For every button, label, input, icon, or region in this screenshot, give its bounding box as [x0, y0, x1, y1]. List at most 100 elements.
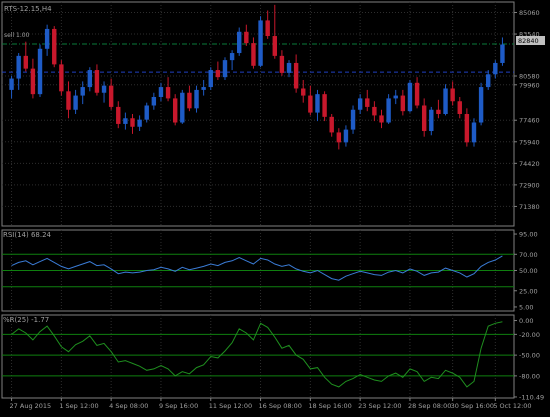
candle-body[interactable]: [158, 87, 164, 97]
wpr-panel-border: [1, 314, 515, 399]
price-tick-label: 80580: [519, 73, 540, 81]
candle-body[interactable]: [500, 44, 505, 63]
candle-body[interactable]: [301, 88, 306, 96]
candle-body[interactable]: [315, 94, 320, 113]
price-tag-label: 82840: [518, 37, 539, 45]
candle-body[interactable]: [30, 68, 36, 95]
wpr-line: [11, 321, 503, 388]
candle-body[interactable]: [215, 70, 221, 78]
candle-body[interactable]: [187, 92, 192, 109]
time-tick-label: 5 Oct 12:00: [493, 402, 531, 410]
candle-body[interactable]: [237, 31, 242, 54]
candle-body[interactable]: [251, 43, 256, 66]
candle-body[interactable]: [165, 87, 171, 99]
candle-body[interactable]: [137, 119, 142, 127]
candle-body[interactable]: [336, 132, 342, 143]
time-tick-label: 28 Sep 08:00: [408, 402, 451, 410]
candle-body[interactable]: [421, 105, 427, 132]
rsi-panel[interactable]: [2, 253, 514, 288]
candle-body[interactable]: [44, 28, 50, 49]
time-tick-label: 16 Sep 08:00: [259, 402, 302, 410]
price-panel[interactable]: [2, 4, 514, 150]
candle-body[interactable]: [23, 55, 28, 69]
rsi-tick-label: 5.00: [519, 303, 533, 311]
candle-body[interactable]: [493, 62, 498, 75]
candle-body[interactable]: [229, 53, 235, 61]
price-tick-label: 72900: [519, 181, 540, 189]
candle-body[interactable]: [471, 122, 477, 143]
rsi-tick-label: 50.00: [519, 267, 538, 275]
candle-body[interactable]: [144, 105, 149, 120]
candle-body[interactable]: [464, 114, 470, 143]
candle-body[interactable]: [478, 87, 484, 123]
sl-label: sell 1.00: [4, 32, 30, 39]
candle-body[interactable]: [130, 118, 135, 127]
time-tick-label: 1 Sep 12:00: [59, 402, 98, 410]
wpr-panel[interactable]: [2, 321, 514, 388]
candle-body[interactable]: [379, 115, 384, 123]
candle-body[interactable]: [66, 91, 71, 110]
chart-title: RTS-12.15,H4: [4, 5, 52, 13]
candle-body[interactable]: [87, 70, 93, 88]
candle-body[interactable]: [194, 89, 199, 109]
candle-body[interactable]: [400, 95, 406, 112]
wpr-tick-label: -110.49: [519, 393, 544, 401]
candle-body[interactable]: [73, 95, 78, 110]
candle-body[interactable]: [180, 92, 185, 123]
candle-body[interactable]: [450, 88, 455, 102]
candle-body[interactable]: [59, 64, 64, 92]
candle-body[interactable]: [265, 20, 270, 37]
wpr-tick-label: -80.00: [519, 372, 540, 380]
candle-body[interactable]: [279, 55, 285, 73]
candle-body[interactable]: [386, 98, 391, 123]
candle-body[interactable]: [172, 98, 178, 123]
candle-body[interactable]: [52, 28, 57, 65]
candle-body[interactable]: [286, 62, 292, 73]
time-tick-label: 4 Sep 08:00: [109, 402, 148, 410]
candle-body[interactable]: [350, 109, 356, 130]
candle-body[interactable]: [208, 70, 213, 88]
candle-body[interactable]: [94, 70, 100, 93]
candle-body[interactable]: [123, 118, 128, 124]
candle-body[interactable]: [293, 62, 299, 89]
candle-body[interactable]: [372, 106, 377, 116]
price-tick-label: 75940: [519, 138, 540, 146]
candle-body[interactable]: [201, 87, 206, 90]
candle-body[interactable]: [308, 95, 313, 113]
candle-body[interactable]: [443, 88, 448, 114]
candle-body[interactable]: [222, 60, 228, 78]
candle-body[interactable]: [365, 98, 370, 107]
time-tick-label: 11 Sep 12:00: [209, 402, 252, 410]
time-tick-label: 23 Sep 12:00: [358, 402, 401, 410]
candle-body[interactable]: [393, 95, 398, 99]
candle-body[interactable]: [101, 85, 107, 93]
candle-body[interactable]: [258, 20, 263, 66]
candle-body[interactable]: [357, 98, 363, 110]
time-tick-label: 30 Sep 16:00: [451, 402, 494, 410]
candle-body[interactable]: [343, 129, 349, 143]
price-tick-label: 79960: [519, 81, 540, 89]
candle-body[interactable]: [9, 78, 14, 90]
candle-body[interactable]: [322, 94, 327, 117]
candle-body[interactable]: [80, 87, 85, 96]
candle-body[interactable]: [329, 116, 334, 133]
trading-chart: 85060 83540 80580 79960 77460 75940 74420 72900…: [0, 0, 550, 413]
wpr-tick-label: -20.00: [519, 331, 540, 339]
candle-body[interactable]: [151, 96, 157, 106]
candle-body[interactable]: [429, 109, 434, 132]
candle-body[interactable]: [486, 74, 491, 88]
rsi-tick-label: 70.00: [519, 251, 538, 259]
rsi-tick-label: 95.00: [519, 231, 538, 239]
candle-body[interactable]: [457, 101, 462, 114]
candle-body[interactable]: [272, 36, 277, 56]
candle-body[interactable]: [244, 31, 249, 44]
candle-body[interactable]: [16, 55, 21, 79]
candle-body[interactable]: [37, 48, 43, 95]
candle-body[interactable]: [414, 82, 420, 106]
candle-body[interactable]: [108, 85, 114, 107]
candle-body[interactable]: [407, 82, 413, 112]
price-tick-label: 77460: [519, 117, 540, 125]
price-tick-label: 85060: [519, 9, 540, 17]
candle-body[interactable]: [116, 106, 121, 124]
candle-body[interactable]: [436, 109, 441, 114]
